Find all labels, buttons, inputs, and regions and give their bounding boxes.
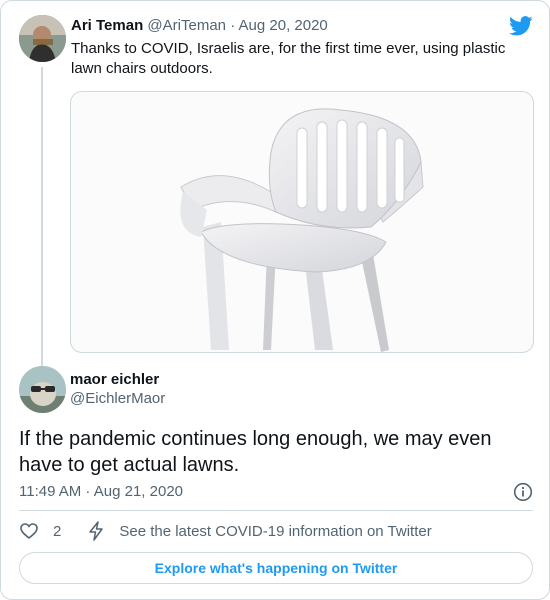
like-count[interactable]: 2: [53, 523, 61, 540]
explore-button[interactable]: Explore what's happening on Twitter: [19, 552, 533, 584]
twitter-bird-icon[interactable]: [509, 15, 533, 37]
author-name[interactable]: Ari Teman: [71, 17, 143, 34]
tweet-text: If the pandemic continues long enough, w…: [19, 428, 492, 476]
parent-tweet-header: Ari Teman @AriTeman · Aug 20, 2020: [71, 16, 328, 36]
author-name[interactable]: maor eichler: [70, 371, 159, 389]
plastic-lawn-chair-image: [180, 108, 424, 352]
bolt-icon: [87, 521, 105, 541]
separator-dot: ·: [230, 17, 236, 34]
info-icon[interactable]: [513, 482, 533, 502]
avatar[interactable]: [19, 366, 66, 413]
covid-info-link[interactable]: See the latest COVID-19 information on T…: [119, 523, 431, 540]
author-handle[interactable]: @AriTeman: [147, 17, 226, 34]
heart-icon[interactable]: [19, 521, 39, 541]
tweet-media-image[interactable]: [70, 91, 534, 353]
avatar[interactable]: [19, 15, 66, 62]
tweet-timestamp[interactable]: 11:49 AM · Aug 21, 2020: [19, 483, 183, 501]
tweet-embed-card: Ari Teman @AriTeman · Aug 20, 2020 Thank…: [0, 0, 550, 600]
thread-connector-line: [41, 67, 43, 367]
parent-tweet-text: Thanks to COVID, Israelis are, for the f…: [71, 40, 506, 77]
author-handle[interactable]: @EichlerMaor: [70, 390, 165, 408]
divider: [19, 510, 533, 511]
tweet-actions: 2 See the latest COVID-19 information on…: [19, 520, 432, 542]
tweet-date[interactable]: Aug 20, 2020: [239, 17, 328, 34]
